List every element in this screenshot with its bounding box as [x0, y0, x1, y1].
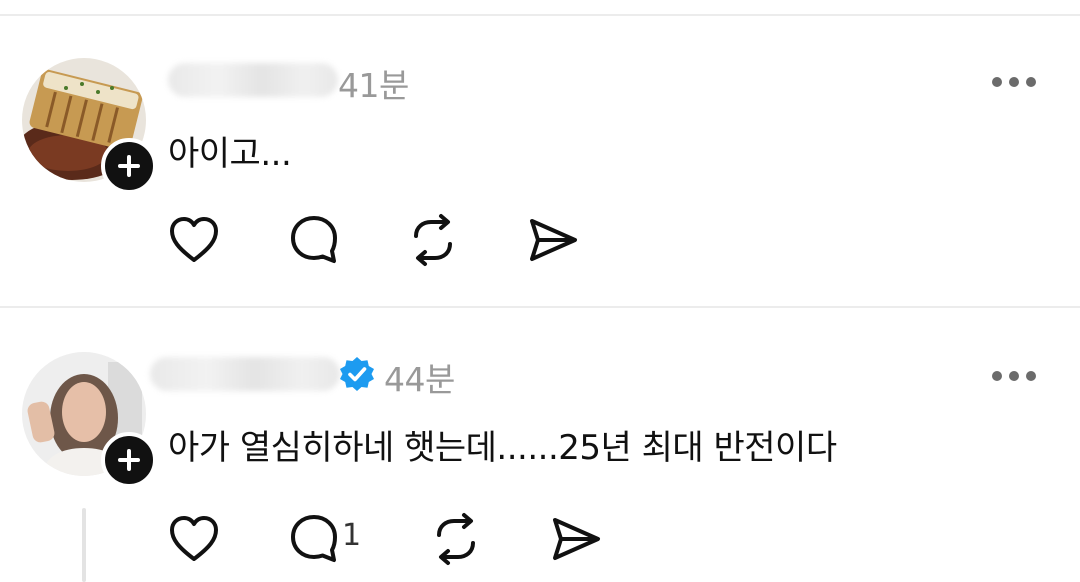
plus-icon [118, 155, 140, 177]
send-icon [530, 219, 577, 261]
more-dot [1009, 77, 1019, 87]
post-2-more-button[interactable] [992, 366, 1036, 386]
post-2-username-redacted[interactable] [150, 357, 340, 391]
post-2: 44분 아가 열심히하네 햇는데......25년 최대 반전이다 1 [0, 308, 1080, 582]
post-2-text: 아가 열심히하네 햇는데......25년 최대 반전이다 [168, 428, 837, 468]
heart-icon [170, 217, 218, 262]
more-dot [1026, 371, 1036, 381]
post-2-like-button[interactable] [168, 514, 220, 564]
post-1-more-button[interactable] [992, 72, 1036, 92]
post-1-reply-button[interactable] [288, 213, 340, 267]
post-2-repost-button[interactable] [430, 512, 482, 566]
repost-icon [414, 214, 452, 266]
post-1-username-redacted[interactable] [168, 63, 338, 97]
post-2-follow-button[interactable] [101, 432, 157, 488]
post-1-repost-button[interactable] [407, 213, 459, 267]
post-1-text: 아이고... [168, 134, 292, 174]
post-2-share-button[interactable] [549, 514, 603, 564]
post-2-timestamp: 44분 [384, 360, 455, 399]
comment-bubble-icon [291, 515, 337, 562]
more-dot [1009, 371, 1019, 381]
post-1: 41분 아이고... [0, 0, 1080, 306]
post-1-like-button[interactable] [168, 215, 220, 265]
more-dot [992, 77, 1002, 87]
post-1-share-button[interactable] [526, 215, 580, 265]
heart-icon [170, 516, 218, 561]
more-dot [992, 371, 1002, 381]
post-2-reply-button[interactable]: 1 [288, 512, 361, 566]
plus-icon [118, 449, 140, 471]
comment-bubble-icon [291, 216, 337, 263]
send-icon [553, 518, 600, 560]
thread-line [82, 508, 86, 582]
post-1-timestamp: 41분 [338, 66, 409, 105]
post-1-follow-button[interactable] [101, 138, 157, 194]
verified-badge-icon [340, 357, 374, 391]
repost-icon [437, 513, 475, 565]
more-dot [1026, 77, 1036, 87]
post-2-reply-count: 1 [342, 517, 362, 553]
